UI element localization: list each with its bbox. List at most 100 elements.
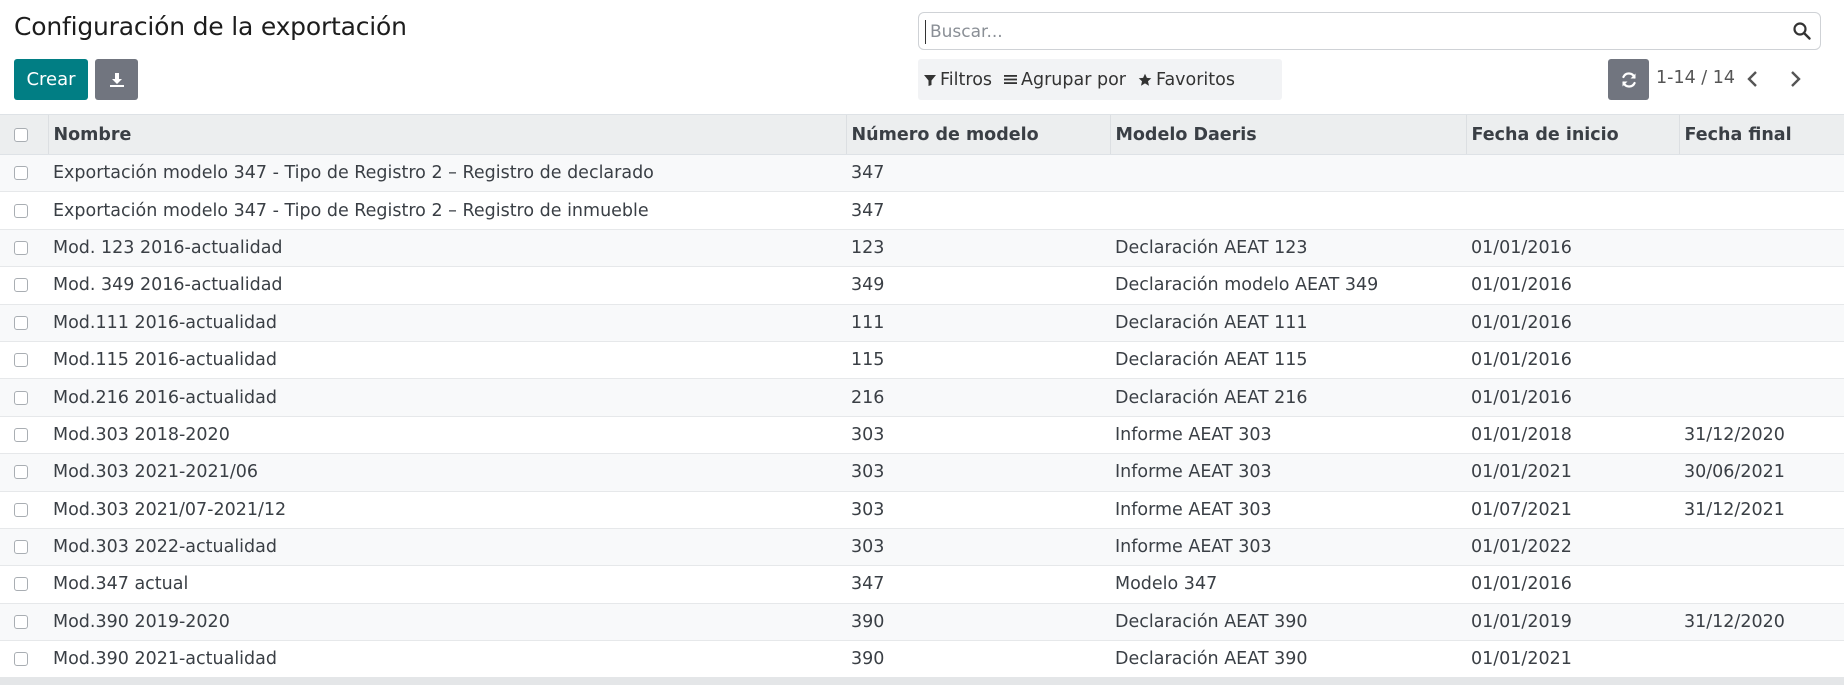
search-panel-toolbar: Filtros Agrupar por Favoritos [918, 59, 1282, 100]
end-date-cell: 31/12/2020 [1679, 416, 1844, 455]
model-number-cell: 347 [846, 565, 1110, 604]
row-select-cell [0, 154, 48, 193]
table-row[interactable]: Mod.303 2018-2020 303 Informe AEAT 303 01/0… [0, 416, 1844, 455]
model-number-cell: 115 [846, 341, 1110, 380]
daeris-model-cell [1110, 191, 1466, 230]
start-date-cell: 01/07/2021 [1466, 491, 1679, 529]
start-date-cell: 01/01/2018 [1466, 416, 1679, 455]
table-row[interactable]: Mod.111 2016-actualidad 111 Declaración AE… [0, 304, 1844, 342]
daeris-model-cell: Declaración AEAT 390 [1110, 640, 1466, 679]
pager-previous-button[interactable] [1740, 66, 1766, 92]
name-cell: Mod. 349 2016-actualidad [48, 266, 846, 305]
filter-icon [924, 74, 936, 86]
row-select-cell [0, 416, 48, 455]
row-select-cell [0, 640, 48, 679]
daeris-model-cell: Declaración AEAT 216 [1110, 378, 1466, 417]
model-number-cell: 303 [846, 491, 1110, 529]
name-cell: Mod. 123 2016-actualidad [48, 229, 846, 268]
name-cell: Mod.303 2021-2021/06 [48, 453, 846, 492]
model-number-cell: 216 [846, 378, 1110, 417]
row-checkbox[interactable] [14, 278, 28, 293]
row-select-cell [0, 191, 48, 230]
start-date-cell: 01/01/2019 [1466, 603, 1679, 642]
row-checkbox[interactable] [14, 465, 28, 480]
table-row[interactable]: Mod.390 2021-actualidad 390 Declaración AE… [0, 640, 1844, 679]
filters-label: Filtros [940, 69, 993, 90]
row-checkbox[interactable] [14, 315, 28, 330]
end-date-cell: 30/06/2021 [1679, 453, 1844, 492]
row-select-cell [0, 304, 48, 342]
refresh-icon [1621, 71, 1636, 88]
filters-button[interactable]: Filtros [918, 59, 998, 100]
row-checkbox[interactable] [14, 540, 28, 555]
column-header-daeris-model[interactable]: Modelo Daeris [1109, 114, 1466, 155]
table-row[interactable]: Mod.303 2022-actualidad 303 Informe AEAT 3… [0, 528, 1844, 567]
model-number-cell: 111 [846, 304, 1110, 342]
name-cell: Mod.216 2016-actualidad [48, 378, 846, 417]
pager-next-button[interactable] [1782, 66, 1808, 92]
table-header-row: Nombre Número de modelo Modelo Daeris Fe… [0, 114, 1844, 155]
name-cell: Mod.347 actual [48, 565, 846, 604]
chevron-right-icon [1791, 71, 1801, 87]
refresh-button[interactable] [1608, 59, 1649, 100]
create-button[interactable]: Crear [14, 59, 88, 100]
table-row[interactable]: Mod.390 2019-2020 390 Declaración AEAT 390… [0, 603, 1844, 642]
table-row[interactable]: Mod.347 actual 347 Modelo 347 01/01/2016 [0, 565, 1844, 604]
start-date-cell: 01/01/2021 [1466, 640, 1679, 679]
table-row[interactable]: Mod. 349 2016-actualidad 349 Declaración m… [0, 266, 1844, 305]
start-date-cell: 01/01/2016 [1466, 565, 1679, 604]
column-header-start-date[interactable]: Fecha de inicio [1465, 114, 1679, 155]
name-cell: Mod.303 2021/07-2021/12 [48, 491, 846, 529]
table-row[interactable]: Mod.115 2016-actualidad 115 Declaración AE… [0, 341, 1844, 380]
daeris-model-cell: Declaración AEAT 123 [1110, 229, 1466, 268]
column-header-name[interactable]: Nombre [47, 114, 846, 155]
column-header-end-date[interactable]: Fecha final [1678, 114, 1844, 155]
start-date-cell: 01/01/2016 [1466, 378, 1679, 417]
daeris-model-cell: Modelo 347 [1110, 565, 1466, 604]
row-checkbox[interactable] [14, 427, 28, 442]
table-row[interactable]: Mod.303 2021-2021/06 303 Informe AEAT 303 0… [0, 453, 1844, 492]
row-checkbox[interactable] [14, 614, 28, 629]
select-all-cell [0, 114, 48, 155]
name-cell: Mod.390 2019-2020 [48, 603, 846, 642]
model-number-cell: 303 [846, 416, 1110, 455]
table-row[interactable]: Exportación modelo 347 - Tipo de Registr… [0, 191, 1844, 230]
end-date-cell [1679, 304, 1844, 342]
table-row[interactable]: Mod.303 2021/07-2021/12 303 Informe AEAT 3… [0, 491, 1844, 529]
row-select-cell [0, 528, 48, 567]
row-select-cell [0, 341, 48, 380]
daeris-model-cell: Informe AEAT 303 [1110, 528, 1466, 567]
start-date-cell [1466, 191, 1679, 230]
favorites-button[interactable]: Favoritos [1132, 59, 1241, 100]
row-checkbox[interactable] [14, 353, 28, 368]
table-row[interactable]: Exportación modelo 347 - Tipo de Registr… [0, 154, 1844, 193]
row-checkbox[interactable] [14, 390, 28, 405]
daeris-model-cell: Declaración modelo AEAT 349 [1110, 266, 1466, 305]
download-button[interactable] [95, 59, 138, 100]
table-row[interactable]: Mod. 123 2016-actualidad 123 Declaración A… [0, 229, 1844, 268]
start-date-cell: 01/01/2022 [1466, 528, 1679, 567]
name-cell: Exportación modelo 347 - Tipo de Registr… [48, 154, 846, 193]
pager-value[interactable]: 1-14 / 14 [1656, 68, 1735, 88]
row-checkbox[interactable] [14, 577, 28, 592]
model-number-cell: 347 [846, 154, 1110, 193]
column-header-model-number[interactable]: Número de modelo [845, 114, 1110, 155]
chevron-left-icon [1747, 71, 1757, 87]
group-by-button[interactable]: Agrupar por [998, 59, 1132, 100]
row-checkbox[interactable] [14, 240, 28, 255]
row-checkbox[interactable] [14, 502, 28, 517]
table-row[interactable]: Mod.216 2016-actualidad 216 Declaración AE… [0, 378, 1844, 417]
end-date-cell [1679, 528, 1844, 567]
search-input[interactable] [925, 20, 1785, 44]
end-date-cell [1679, 154, 1844, 193]
model-number-cell: 390 [846, 640, 1110, 679]
favorites-label: Favoritos [1155, 69, 1235, 90]
row-checkbox[interactable] [14, 203, 28, 218]
select-all-checkbox[interactable] [14, 127, 28, 142]
start-date-cell: 01/01/2016 [1466, 266, 1679, 305]
row-select-cell [0, 229, 48, 268]
end-date-cell [1679, 378, 1844, 417]
row-checkbox[interactable] [14, 166, 28, 181]
search-icon[interactable] [1792, 21, 1812, 41]
row-checkbox[interactable] [14, 652, 28, 667]
